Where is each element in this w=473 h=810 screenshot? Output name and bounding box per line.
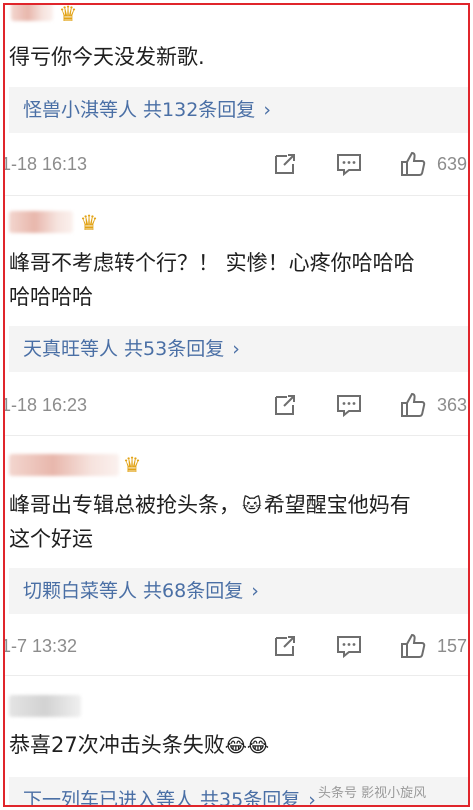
chevron-right-icon: ›	[308, 789, 316, 807]
divider	[5, 675, 468, 676]
thumbs-up-icon[interactable]	[399, 150, 427, 178]
username-blurred[interactable]	[9, 695, 81, 717]
divider	[5, 195, 468, 196]
comment-text: 峰哥出专辑总被抢头条， 🐱希望醒宝他妈有	[9, 487, 468, 524]
username-blurred[interactable]	[9, 211, 73, 233]
crown-icon: ♛	[58, 3, 78, 26]
cat-emoji-icon: 🐱	[242, 495, 262, 517]
like-count: 363	[437, 395, 468, 415]
comment-meta: 1-7 13:32 157	[5, 629, 468, 663]
comment-text: 这个好运	[9, 527, 93, 551]
laughing-crying-emoji-icon: 😂😂	[224, 735, 270, 757]
chevron-right-icon: ›	[232, 338, 240, 360]
username-blurred[interactable]	[11, 5, 53, 21]
share-icon[interactable]	[271, 632, 299, 660]
comment-text: 哈哈哈哈	[9, 285, 93, 309]
comment-text-part: 恭喜27次冲击头条失败	[9, 733, 225, 757]
reply-summary-text: 切颗白菜等人 共68条回复	[23, 580, 244, 602]
comment-text: 恭喜27次冲击头条失败😂😂	[9, 727, 468, 764]
share-icon[interactable]	[271, 391, 299, 419]
comment-icon[interactable]	[335, 391, 363, 419]
timestamp: 1-7 13:32	[3, 636, 78, 656]
share-icon[interactable]	[271, 150, 299, 178]
crown-icon: ♛	[122, 453, 142, 477]
reply-summary-text: 怪兽小淇等人 共132条回复	[23, 99, 256, 121]
reply-summary-text: 下一列车已进入等人 共35条回复	[23, 789, 301, 807]
crown-icon: ♛	[79, 211, 99, 235]
like-count: 639	[437, 154, 468, 174]
comment-icon[interactable]	[335, 632, 363, 660]
comment-list: ♛ 得亏你今天没发新歌. 怪兽小淇等人 共132条回复 › 1-18 16:13 …	[3, 3, 470, 807]
thumbs-up-icon[interactable]	[399, 391, 427, 419]
chevron-right-icon: ›	[263, 99, 271, 121]
reply-summary-text: 天真旺等人 共53条回复	[23, 338, 225, 360]
chevron-right-icon: ›	[251, 580, 259, 602]
like-count: 157	[437, 636, 468, 656]
comment-text-part: 希望醒宝他妈有	[263, 493, 411, 517]
watermark: 头条号 影视小旋风	[318, 786, 427, 801]
timestamp: 1-18 16:13	[3, 154, 88, 174]
comment-text: 得亏你今天没发新歌.	[9, 45, 205, 69]
comment-meta: 1-18 16:23 363	[5, 388, 468, 422]
username-blurred[interactable]	[9, 454, 119, 476]
reply-summary-link[interactable]: 天真旺等人 共53条回复 ›	[9, 326, 468, 372]
reply-summary-link[interactable]: 怪兽小淇等人 共132条回复 ›	[9, 87, 468, 133]
comment-text: 峰哥不考虑转个行？！ 实惨！心疼你哈哈哈	[9, 251, 415, 275]
reply-summary-link[interactable]: 切颗白菜等人 共68条回复 ›	[9, 568, 468, 614]
divider	[5, 435, 468, 436]
thumbs-up-icon[interactable]	[399, 632, 427, 660]
comment-icon[interactable]	[335, 150, 363, 178]
comment-meta: 1-18 16:13 639	[5, 147, 468, 181]
comment-text-part: 峰哥出专辑总被抢头条，	[9, 493, 240, 517]
timestamp: 1-18 16:23	[3, 395, 88, 415]
